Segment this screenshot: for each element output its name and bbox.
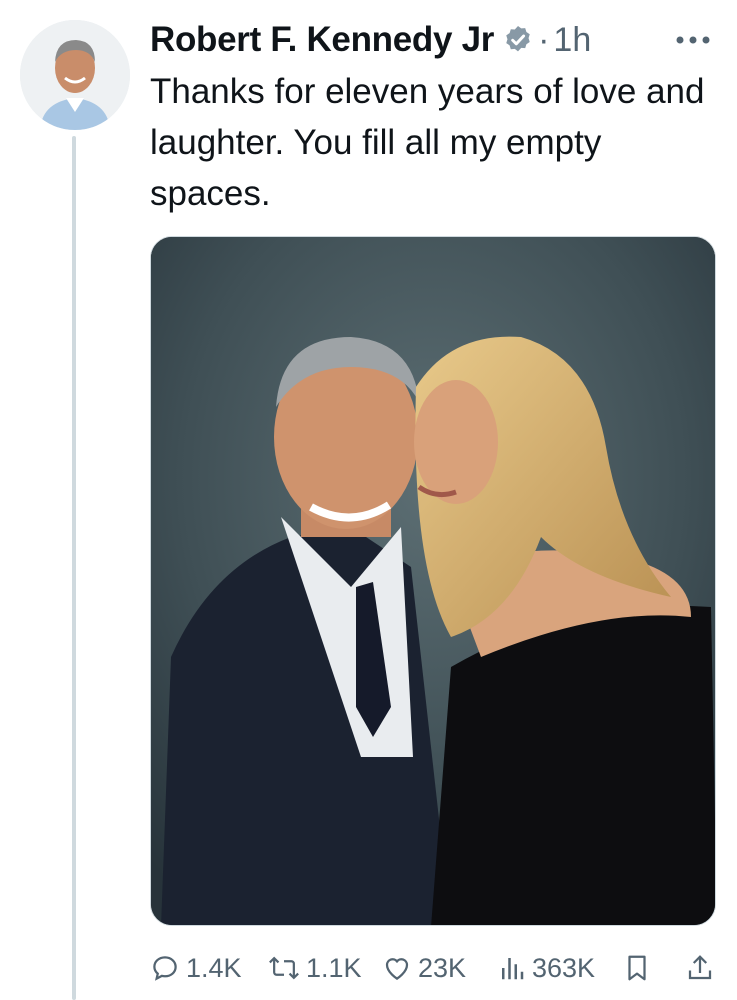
verified-badge-icon[interactable] — [502, 24, 534, 56]
share-icon — [688, 955, 712, 980]
views-chart-icon — [502, 958, 524, 980]
timestamp[interactable]: 1h — [553, 21, 591, 60]
tweet-card: Robert F. Kennedy Jr · 1h Thanks for ele… — [0, 0, 737, 1000]
tweet-text: Thanks for eleven years of love and laug… — [150, 72, 705, 213]
bookmark-button[interactable] — [624, 953, 650, 983]
reply-count: 1.4K — [186, 952, 242, 983]
tweet-header: Robert F. Kennedy Jr · 1h — [150, 14, 717, 66]
repost-icon — [269, 956, 299, 980]
more-options-icon[interactable] — [673, 22, 713, 58]
thread-line — [72, 136, 76, 1000]
reply-button[interactable]: 1.4K — [150, 953, 242, 984]
share-button[interactable] — [686, 953, 714, 983]
couple-portrait-photo — [151, 237, 715, 925]
repost-button[interactable]: 1.1K — [268, 953, 362, 984]
author-name[interactable]: Robert F. Kennedy Jr — [150, 20, 494, 60]
bookmark-icon — [628, 955, 646, 981]
tweet-media-photo[interactable] — [150, 236, 716, 926]
heart-icon — [385, 958, 409, 980]
reply-icon — [153, 956, 177, 981]
repost-count: 1.1K — [306, 952, 362, 983]
action-bar: 1.4K 1.1K 23K 363K — [150, 944, 720, 992]
like-count: 23K — [418, 952, 467, 983]
like-button[interactable]: 23K — [382, 953, 466, 984]
author-avatar[interactable] — [20, 20, 130, 130]
separator-dot: · — [538, 20, 550, 59]
views-button[interactable]: 363K — [498, 953, 595, 984]
views-count: 363K — [532, 952, 596, 983]
avatar-photo — [20, 20, 130, 130]
